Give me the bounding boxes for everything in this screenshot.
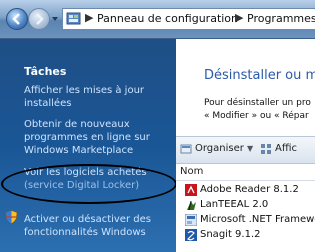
program-row[interactable]: LanTEEAL 2.0 bbox=[176, 198, 315, 213]
back-arrow-icon bbox=[12, 13, 20, 25]
forward-button[interactable] bbox=[28, 8, 50, 30]
views-icon bbox=[261, 144, 271, 154]
program-row[interactable]: Adobe Reader 8.1.2 bbox=[176, 183, 315, 198]
highlight-ellipse bbox=[1, 164, 177, 204]
page-title: Désinstaller ou mo bbox=[204, 68, 315, 83]
organize-button[interactable]: Organiser bbox=[195, 143, 244, 154]
page-description: Pour désinstaller un pro « Modifier » ou… bbox=[204, 98, 311, 121]
address-field[interactable]: ▶ Panneau de configuration ▶ Programmes … bbox=[62, 8, 315, 30]
back-button[interactable] bbox=[6, 8, 28, 30]
programs-toolbar: Organiser ▼ Affic bbox=[176, 136, 315, 164]
task-view-installed-updates[interactable]: Afficher les mises à jour installées bbox=[24, 84, 174, 110]
breadcrumb-separator-icon: ▶ bbox=[85, 11, 94, 24]
column-header-name[interactable]: Nom bbox=[176, 164, 315, 181]
program-row[interactable]: Microsoft .NET Framewo bbox=[176, 213, 315, 228]
breadcrumb-programs[interactable]: Programmes et fo bbox=[247, 12, 315, 25]
tasks-heading: Tâches bbox=[24, 65, 67, 78]
breadcrumb-control-panel[interactable]: Panneau de configuration bbox=[97, 12, 238, 25]
history-dropdown-icon[interactable] bbox=[51, 15, 59, 23]
views-button[interactable]: Affic bbox=[275, 143, 297, 154]
organize-icon bbox=[180, 144, 192, 154]
task-get-new-programs[interactable]: Obtenir de nouveaux programmes en ligne … bbox=[24, 118, 174, 157]
address-bar-area: ▶ Panneau de configuration ▶ Programmes … bbox=[0, 0, 315, 39]
tasks-pane: Tâches Afficher les mises à jour install… bbox=[0, 39, 176, 252]
snagit-icon bbox=[185, 229, 197, 241]
breadcrumb-separator-icon: ▶ bbox=[235, 11, 244, 24]
programs-content: Désinstaller ou mo Pour désinstaller un … bbox=[176, 39, 315, 252]
column-name-label: Nom bbox=[180, 166, 204, 177]
control-panel-window: ▶ Panneau de configuration ▶ Programmes … bbox=[0, 0, 315, 252]
organize-dropdown-icon[interactable]: ▼ bbox=[247, 144, 253, 153]
program-row[interactable]: Snagit 9.1.2 bbox=[176, 228, 315, 243]
forward-arrow-icon bbox=[36, 13, 44, 25]
app-icon bbox=[187, 200, 196, 211]
control-panel-icon bbox=[66, 12, 81, 25]
shield-icon bbox=[5, 210, 18, 224]
task-turn-windows-features[interactable]: Activer ou désactiver des fonctionnalité… bbox=[24, 213, 174, 239]
adobe-icon bbox=[185, 184, 197, 196]
dotnet-icon bbox=[185, 214, 197, 226]
